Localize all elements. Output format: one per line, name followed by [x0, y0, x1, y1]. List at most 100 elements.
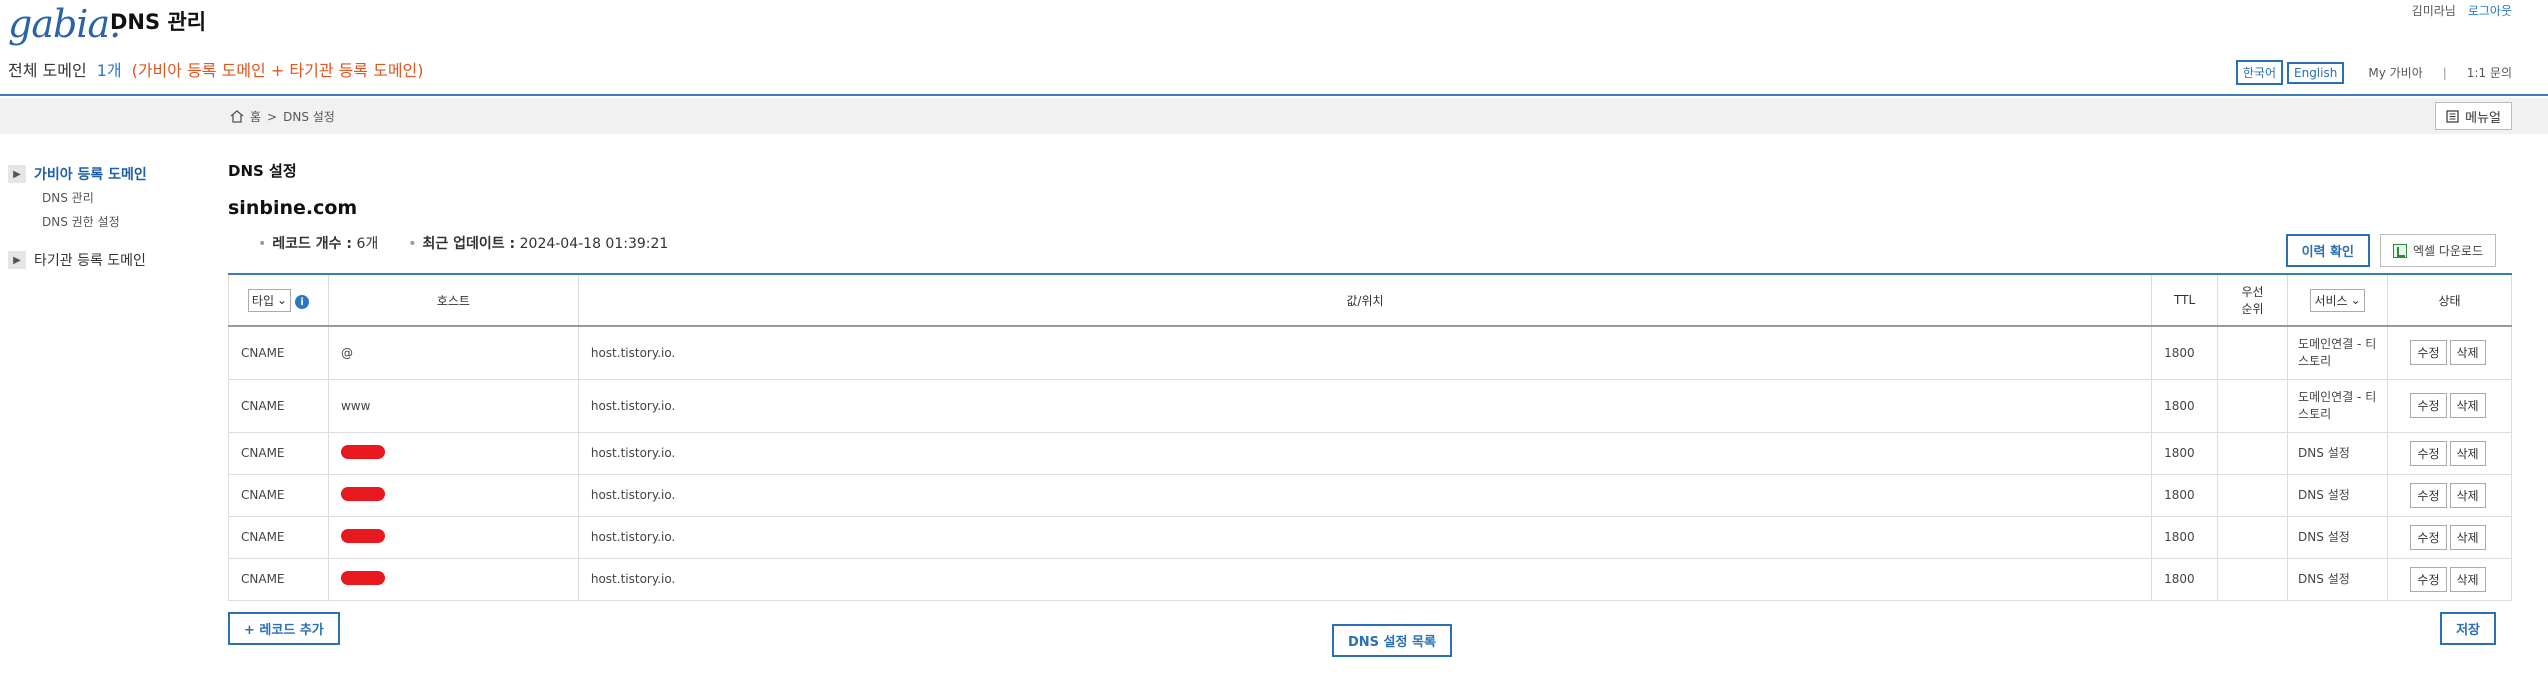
save-button[interactable]: 저장	[2440, 612, 2496, 645]
cell-type: CNAME	[228, 473, 329, 517]
table-row: CNAME host.tistory.io. 1800 DNS 설정 수정 삭제	[228, 557, 2512, 601]
sidebar-item-other-domains[interactable]: ▶ 타기관 등록 도메인	[8, 248, 208, 272]
edit-button[interactable]: 수정	[2410, 440, 2447, 466]
delete-button[interactable]: 삭제	[2449, 524, 2486, 550]
chevron-down-icon: ⌄	[2350, 293, 2361, 307]
cell-value: host.tistory.io.	[577, 431, 2153, 475]
cell-priority	[2217, 431, 2289, 475]
edit-button[interactable]: 수정	[2410, 524, 2447, 550]
app-title: DNS 관리	[110, 10, 207, 34]
dns-list-button[interactable]: DNS 설정 목록	[1332, 624, 1452, 657]
history-button[interactable]: 이력 확인	[2285, 234, 2370, 267]
record-count-value: 6개	[356, 236, 379, 252]
cell-type: CNAME	[228, 325, 329, 380]
record-count-label: 레코드 개수 :	[272, 236, 353, 252]
cell-ttl: 1800	[2151, 557, 2219, 601]
cell-priority	[2217, 378, 2289, 433]
inquiry-link[interactable]: 1:1 문의	[2467, 64, 2512, 81]
cell-host-wrap	[327, 557, 579, 601]
manual-button[interactable]: 메뉴얼	[2435, 102, 2512, 130]
excel-label: 엑셀 다운로드	[2412, 244, 2483, 258]
cell-host-wrap: @	[327, 325, 579, 380]
lang-korean-button[interactable]: 한국어	[2235, 60, 2283, 85]
col-value-header: 값/위치	[577, 274, 2153, 327]
cell-type: CNAME	[228, 431, 329, 475]
edit-button[interactable]: 수정	[2410, 340, 2447, 366]
cell-priority	[2217, 325, 2289, 380]
cell-status: 수정 삭제	[2387, 473, 2512, 517]
sidebar-item-dns-manage[interactable]: DNS 관리	[42, 186, 208, 210]
type-filter-select[interactable]: 타입 ⌄	[247, 288, 292, 312]
delete-button[interactable]: 삭제	[2449, 482, 2486, 508]
cell-value: host.tistory.io.	[577, 515, 2153, 559]
table-row: CNAME host.tistory.io. 1800 DNS 설정 수정 삭제	[228, 473, 2512, 517]
excel-download-button[interactable]: 엑셀 다운로드	[2379, 234, 2496, 267]
edit-button[interactable]: 수정	[2410, 566, 2447, 592]
col-host-header: 호스트	[327, 274, 579, 327]
sidebar-item-dns-permission[interactable]: DNS 권한 설정	[42, 210, 208, 234]
cell-ttl: 1800	[2151, 431, 2219, 475]
updated-stat: • 최근 업데이트 : 2024-04-18 01:39:21	[408, 236, 669, 252]
dns-records-table: 타입 ⌄ i 호스트 값/위치 TTL 우선 순위 서비스 ⌄ 상태 CNAME @ hos…	[228, 273, 2512, 601]
cell-ttl: 1800	[2151, 325, 2219, 380]
chevron-right-icon: ▶	[8, 165, 26, 183]
summary-label: 전체 도메인	[8, 61, 87, 80]
breadcrumb-separator: >	[267, 109, 278, 124]
record-stats: • 레코드 개수 : 6개 • 최근 업데이트 : 2024-04-18 01:39…	[258, 233, 2512, 253]
lang-english-button[interactable]: English	[2287, 61, 2345, 84]
gabia-logo[interactable]: gabia.	[8, 2, 121, 46]
my-gabia-link[interactable]: My 가비아	[2368, 64, 2422, 81]
add-record-button[interactable]: + 레코드 추가	[228, 612, 340, 645]
delete-button[interactable]: 삭제	[2449, 393, 2486, 418]
col-status-header: 상태	[2387, 274, 2512, 327]
col-priority-header: 우선 순위	[2217, 274, 2289, 327]
cell-priority	[2217, 557, 2289, 601]
table-row: CNAME @ host.tistory.io. 1800 도메인연결 - 티스토리 수정…	[228, 325, 2512, 380]
sidebar-item-gabia-domains[interactable]: ▶ 가비아 등록 도메인	[8, 162, 208, 186]
info-icon[interactable]: i	[295, 295, 310, 309]
cell-host-wrap	[327, 431, 579, 475]
chevron-right-icon: ▶	[8, 251, 26, 269]
breadcrumb-current: DNS 설정	[283, 110, 335, 124]
cell-priority	[2217, 515, 2289, 559]
cell-type: CNAME	[228, 378, 329, 433]
cell-priority	[2217, 473, 2289, 517]
edit-button[interactable]: 수정	[2410, 393, 2447, 418]
cell-host: www	[340, 398, 371, 413]
delete-button[interactable]: 삭제	[2449, 440, 2486, 466]
logout-link[interactable]: 로그아웃	[2468, 4, 2512, 18]
summary-count[interactable]: 1개	[97, 61, 122, 80]
breadcrumb: 홈 > DNS 설정	[230, 108, 335, 125]
cell-service: 도메인연결 - 티스토리	[2287, 378, 2389, 433]
cell-host-wrap	[327, 515, 579, 559]
utility-links: 한국어 English My 가비아 | 1:1 문의	[2235, 60, 2512, 85]
table-row: CNAME host.tistory.io. 1800 DNS 설정 수정 삭제	[228, 431, 2512, 475]
table-header-row: 타입 ⌄ i 호스트 값/위치 TTL 우선 순위 서비스 ⌄ 상태	[228, 274, 2512, 327]
util-separator: |	[2442, 65, 2447, 80]
delete-button[interactable]: 삭제	[2449, 566, 2486, 592]
cell-ttl: 1800	[2151, 378, 2219, 433]
user-name: 김미라님	[2411, 4, 2456, 18]
delete-button[interactable]: 삭제	[2449, 340, 2486, 366]
cell-service: DNS 설정	[2287, 515, 2389, 559]
cell-status: 수정 삭제	[2387, 515, 2512, 559]
updated-value: 2024-04-18 01:39:21	[519, 236, 669, 252]
breadcrumb-bar: 홈 > DNS 설정 메뉴얼	[0, 98, 2548, 134]
cell-service: DNS 설정	[2287, 473, 2389, 517]
summary-note: (가비아 등록 도메인 + 타기관 등록 도메인)	[131, 61, 424, 80]
breadcrumb-home[interactable]: 홈	[250, 108, 261, 125]
cell-value: host.tistory.io.	[577, 473, 2153, 517]
bottom-actions: + 레코드 추가 DNS 설정 목록 저장	[228, 612, 2512, 657]
cell-service: DNS 설정	[2287, 431, 2389, 475]
edit-button[interactable]: 수정	[2410, 482, 2447, 508]
home-icon[interactable]	[230, 110, 244, 123]
cell-ttl: 1800	[2151, 473, 2219, 517]
user-box: 김미라님 로그아웃	[2412, 2, 2512, 19]
service-filter-select[interactable]: 서비스 ⌄	[2310, 288, 2365, 312]
sidebar-item-label: 타기관 등록 도메인	[34, 253, 146, 269]
cell-status: 수정 삭제	[2387, 325, 2512, 380]
table-actions: 이력 확인 엑셀 다운로드	[2285, 234, 2496, 267]
top-header: gabia. DNS 관리 전체 도메인 1개 (가비아 등록 도메인 + 타기관 …	[0, 0, 2548, 96]
cell-ttl: 1800	[2151, 515, 2219, 559]
excel-icon	[2392, 243, 2407, 258]
